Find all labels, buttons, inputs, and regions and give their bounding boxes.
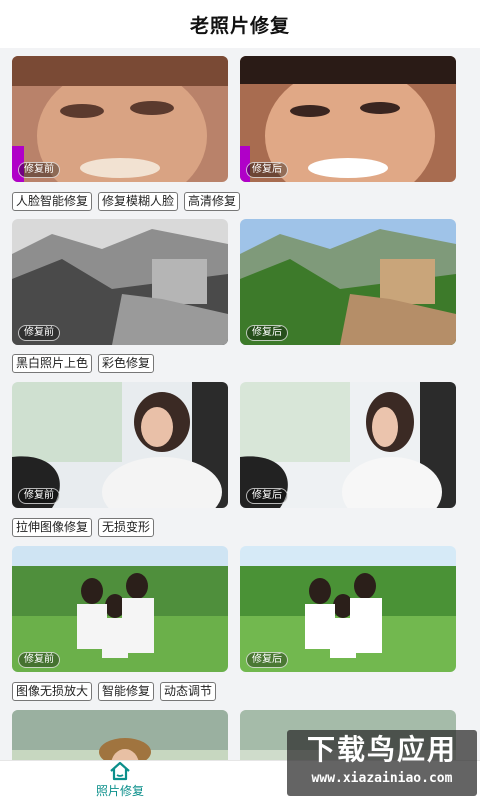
tag-bw-colorize[interactable]: 黑白照片上色 xyxy=(12,354,93,373)
tag-lossless-deform[interactable]: 无损变形 xyxy=(98,518,155,537)
tag-face-repair[interactable]: 人脸智能修复 xyxy=(12,192,93,211)
watermark-url: www.xiazainiao.com xyxy=(311,771,453,786)
app-header: 老照片修复 xyxy=(0,0,480,48)
tag-dynamic-adjust[interactable]: 动态调节 xyxy=(160,682,217,701)
before-badge: 修复前 xyxy=(18,325,60,341)
tag-row-color: 黑白照片上色 彩色修复 xyxy=(12,354,155,373)
page-title: 老照片修复 xyxy=(189,14,290,37)
tab-label: 照片修复 xyxy=(95,784,144,798)
tag-blur-face[interactable]: 修复模糊人脸 xyxy=(98,192,179,211)
tag-color-repair[interactable]: 彩色修复 xyxy=(98,354,155,373)
before-badge: 修复前 xyxy=(18,652,60,668)
tag-hd-repair[interactable]: 高清修复 xyxy=(184,192,241,211)
watermark-title: 下载鸟应用 xyxy=(306,733,457,766)
after-badge: 修复后 xyxy=(246,652,288,668)
house-icon xyxy=(110,761,130,781)
after-badge: 修复后 xyxy=(246,488,288,504)
portrait-photo xyxy=(12,710,228,760)
after-image-stretch[interactable]: 修复后 xyxy=(240,382,456,508)
feature-list[interactable]: 修复前 修复后 人脸智能修复 修复模糊人脸 高清修复 修复前 修复后 黑白照片上… xyxy=(0,48,480,760)
tab-photo-repair[interactable]: 照片修复 xyxy=(90,761,150,801)
tag-smart-repair[interactable]: 智能修复 xyxy=(98,682,155,701)
before-badge: 修复前 xyxy=(18,488,60,504)
before-image-portrait[interactable] xyxy=(12,710,228,760)
tag-lossless-enlarge[interactable]: 图像无损放大 xyxy=(12,682,93,701)
tag-row-enlarge: 图像无损放大 智能修复 动态调节 xyxy=(12,682,217,701)
before-image-color[interactable]: 修复前 xyxy=(12,219,228,345)
before-badge: 修复前 xyxy=(18,162,60,178)
watermark-logo: 下载鸟应用 www.xiazainiao.com xyxy=(287,730,477,796)
after-badge: 修复后 xyxy=(246,325,288,341)
after-image-color[interactable]: 修复后 xyxy=(240,219,456,345)
tag-row-face: 人脸智能修复 修复模糊人脸 高清修复 xyxy=(12,192,241,211)
tag-row-stretch: 拉伸图像修复 无损变形 xyxy=(12,518,155,537)
after-image-enlarge[interactable]: 修复后 xyxy=(240,546,456,672)
before-image-stretch[interactable]: 修复前 xyxy=(12,382,228,508)
after-badge: 修复后 xyxy=(246,162,288,178)
before-image-enlarge[interactable]: 修复前 xyxy=(12,546,228,672)
before-image-face[interactable]: 修复前 xyxy=(12,56,228,182)
after-image-face[interactable]: 修复后 xyxy=(240,56,456,182)
tag-stretch-repair[interactable]: 拉伸图像修复 xyxy=(12,518,93,537)
